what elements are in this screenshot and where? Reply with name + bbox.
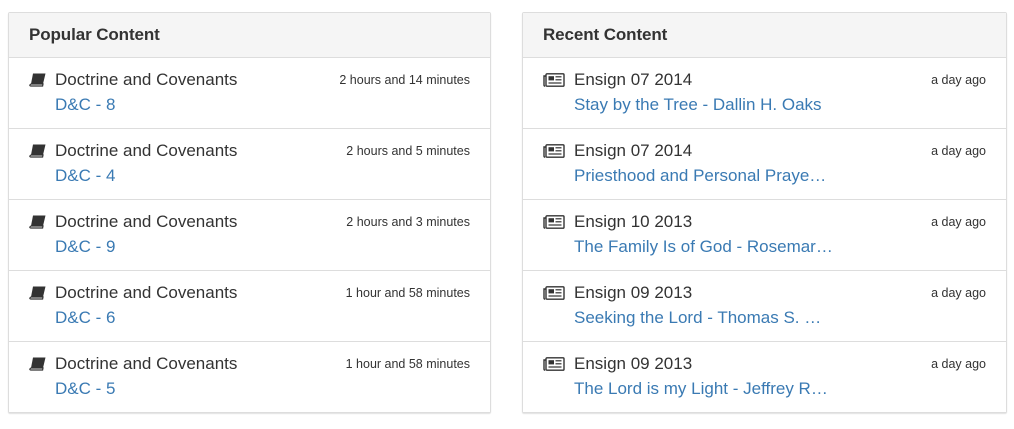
book-icon — [29, 215, 46, 229]
item-timestamp: 2 hours and 14 minutes — [339, 73, 470, 87]
content-link[interactable]: The Family Is of God - Rosemar… — [574, 237, 833, 257]
list-item: Ensign 09 2013 Seeking the Lord - Thomas… — [523, 271, 1006, 342]
popular-list: Doctrine and Covenants D&C - 8 2 hours a… — [9, 58, 490, 412]
recent-content-panel: Recent Content Ensign 07 2014 Stay by th… — [522, 12, 1007, 413]
recent-list: Ensign 07 2014 Stay by the Tree - Dallin… — [523, 58, 1006, 412]
content-link[interactable]: Seeking the Lord - Thomas S. … — [574, 308, 821, 328]
item-title: Ensign 09 2013 — [574, 354, 693, 373]
item-title: Doctrine and Covenants — [55, 212, 238, 231]
item-timestamp: a day ago — [931, 357, 986, 371]
item-title: Ensign 09 2013 — [574, 283, 693, 302]
content-link[interactable]: D&C - 5 — [55, 379, 115, 399]
item-title: Doctrine and Covenants — [55, 141, 238, 160]
list-item: Doctrine and Covenants D&C - 6 1 hour an… — [9, 271, 490, 342]
list-item: Doctrine and Covenants D&C - 4 2 hours a… — [9, 129, 490, 200]
item-timestamp: 2 hours and 5 minutes — [346, 144, 470, 158]
item-timestamp: a day ago — [931, 286, 986, 300]
list-item: Doctrine and Covenants D&C - 5 1 hour an… — [9, 342, 490, 412]
list-item: Ensign 07 2014 Priesthood and Personal P… — [523, 129, 1006, 200]
item-timestamp: 2 hours and 3 minutes — [346, 215, 470, 229]
item-title: Ensign 07 2014 — [574, 70, 693, 89]
item-title: Ensign 07 2014 — [574, 141, 693, 160]
book-icon — [29, 286, 46, 300]
item-timestamp: a day ago — [931, 73, 986, 87]
content-link[interactable]: D&C - 9 — [55, 237, 115, 257]
list-item: Doctrine and Covenants D&C - 9 2 hours a… — [9, 200, 490, 271]
content-link[interactable]: Stay by the Tree - Dallin H. Oaks — [574, 95, 822, 115]
popular-content-panel: Popular Content Doctrine and Covenants D… — [8, 12, 491, 413]
item-title: Doctrine and Covenants — [55, 70, 238, 89]
list-item: Ensign 09 2013 The Lord is my Light - Je… — [523, 342, 1006, 412]
panel-title: Popular Content — [29, 25, 160, 44]
panel-heading: Popular Content — [9, 13, 490, 58]
newspaper-icon — [543, 357, 565, 371]
item-timestamp: a day ago — [931, 215, 986, 229]
panel-title: Recent Content — [543, 25, 668, 44]
newspaper-icon — [543, 73, 565, 87]
item-title: Doctrine and Covenants — [55, 354, 238, 373]
newspaper-icon — [543, 215, 565, 229]
list-item: Ensign 10 2013 The Family Is of God - Ro… — [523, 200, 1006, 271]
content-link[interactable]: Priesthood and Personal Praye… — [574, 166, 826, 186]
item-title: Doctrine and Covenants — [55, 283, 238, 302]
book-icon — [29, 144, 46, 158]
item-timestamp: 1 hour and 58 minutes — [345, 357, 470, 371]
newspaper-icon — [543, 286, 565, 300]
book-icon — [29, 73, 46, 87]
list-item: Ensign 07 2014 Stay by the Tree - Dallin… — [523, 58, 1006, 129]
panel-heading: Recent Content — [523, 13, 1006, 58]
list-item: Doctrine and Covenants D&C - 8 2 hours a… — [9, 58, 490, 129]
content-link[interactable]: The Lord is my Light - Jeffrey R… — [574, 379, 828, 399]
book-icon — [29, 357, 46, 371]
newspaper-icon — [543, 144, 565, 158]
content-link[interactable]: D&C - 8 — [55, 95, 115, 115]
item-title: Ensign 10 2013 — [574, 212, 693, 231]
content-link[interactable]: D&C - 6 — [55, 308, 115, 328]
item-timestamp: 1 hour and 58 minutes — [345, 286, 470, 300]
item-timestamp: a day ago — [931, 144, 986, 158]
content-link[interactable]: D&C - 4 — [55, 166, 115, 186]
